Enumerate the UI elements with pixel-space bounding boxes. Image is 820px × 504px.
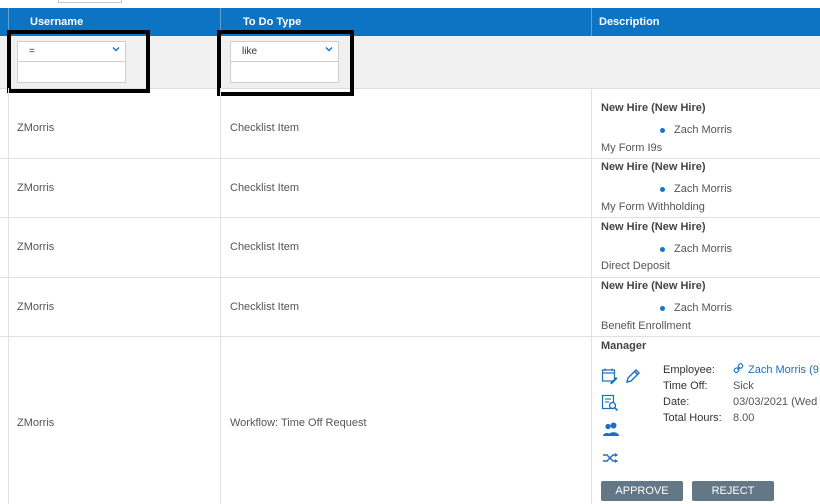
description-title: New Hire (New Hire) (601, 102, 706, 114)
table-row[interactable]: ZMorris Workflow: Time Off Request Manag… (0, 337, 820, 504)
todo-type-cell: Checklist Item (230, 241, 300, 253)
top-stub (58, 0, 122, 3)
username-cell: ZMorris (17, 241, 55, 253)
users-icon[interactable] (602, 420, 620, 438)
timeoff-value: Sick (733, 380, 754, 392)
calendar-edit-icon[interactable] (601, 367, 619, 385)
todo-type-cell: Checklist Item (230, 122, 300, 134)
link-icon (733, 363, 744, 374)
bullet-icon (660, 247, 665, 252)
shuffle-icon[interactable] (602, 449, 620, 467)
bullet-icon (660, 187, 665, 192)
approve-button[interactable]: APPROVE (601, 481, 683, 501)
header-separator (591, 8, 592, 36)
highlight-box-username-filter (7, 30, 150, 93)
bullet-icon (660, 306, 665, 311)
table-row[interactable]: ZMorris Checklist Item New Hire (New Hir… (0, 278, 820, 337)
pencil-icon[interactable] (624, 367, 642, 385)
bullet-icon (660, 128, 665, 133)
description-person: Zach Morris (674, 124, 733, 136)
description-person: Zach Morris (674, 243, 733, 255)
description-item: Direct Deposit (601, 260, 671, 272)
description-person: Zach Morris (674, 183, 733, 195)
highlight-box-todo-filter (217, 30, 354, 96)
table-row[interactable]: ZMorris Checklist Item New Hire (New Hir… (0, 218, 820, 278)
description-item: My Form Withholding (601, 201, 705, 213)
table-row[interactable]: ZMorris Checklist Item New Hire (New Hir… (0, 88, 820, 159)
username-cell: ZMorris (17, 417, 55, 429)
username-cell: ZMorris (17, 122, 55, 134)
reject-button[interactable]: REJECT (692, 481, 774, 501)
employee-label: Employee: (663, 364, 715, 376)
todo-type-cell: Workflow: Time Off Request (230, 417, 367, 429)
table-row[interactable]: ZMorris Checklist Item New Hire (New Hir… (0, 159, 820, 218)
column-header-description[interactable]: Description (599, 8, 660, 36)
description-title: New Hire (New Hire) (601, 161, 706, 173)
description-title: New Hire (New Hire) (601, 280, 706, 292)
todo-type-cell: Checklist Item (230, 301, 300, 313)
description-item: Benefit Enrollment (601, 320, 691, 332)
total-hours-value: 8.00 (733, 412, 755, 424)
description-title: Manager (601, 340, 647, 352)
username-cell: ZMorris (17, 301, 55, 313)
date-value: 03/03/2021 (Wed (733, 396, 818, 408)
username-cell: ZMorris (17, 182, 55, 194)
description-item: My Form I9s (601, 142, 663, 154)
employee-link[interactable]: Zach Morris (9 (748, 364, 819, 376)
timeoff-label: Time Off: (663, 380, 708, 392)
description-person: Zach Morris (674, 302, 733, 314)
todo-type-cell: Checklist Item (230, 182, 300, 194)
document-search-icon[interactable] (601, 394, 619, 412)
date-label: Date: (663, 396, 690, 408)
description-title: New Hire (New Hire) (601, 221, 706, 233)
total-hours-label: Total Hours: (663, 412, 722, 424)
